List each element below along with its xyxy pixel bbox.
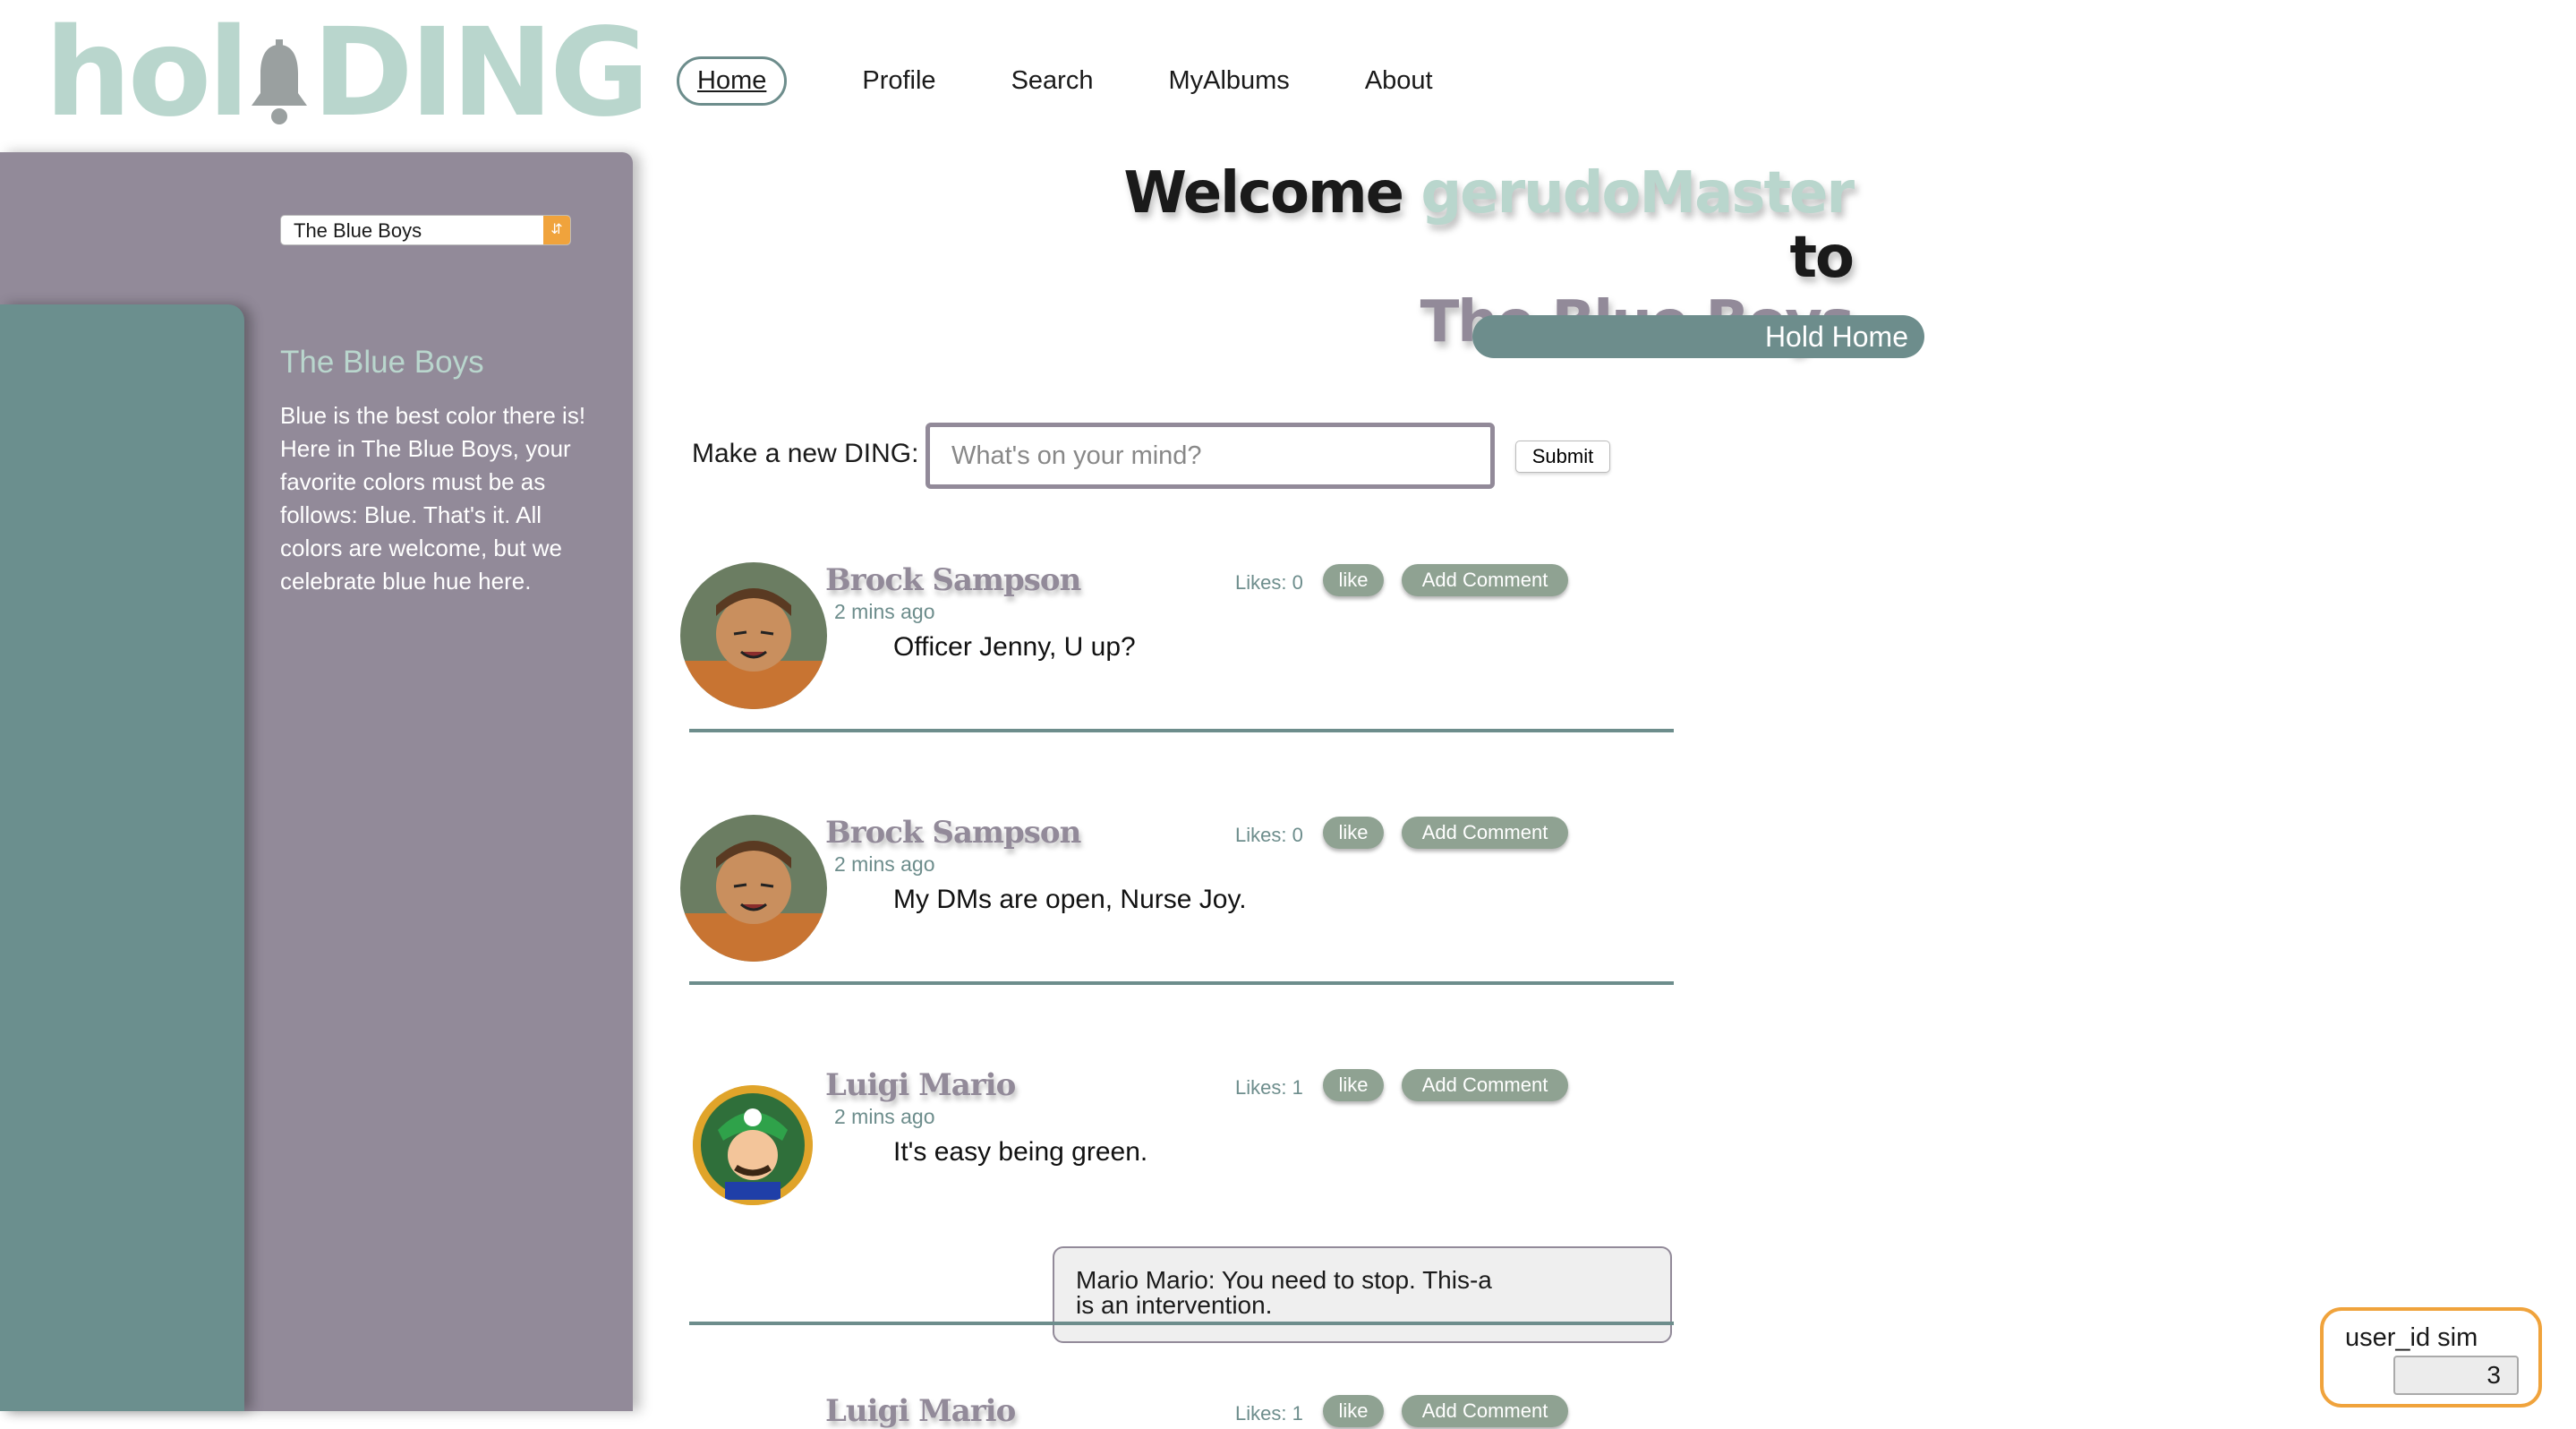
post-text: Officer Jenny, U up? — [893, 632, 1136, 662]
add-comment-button[interactable]: Add Comment — [1402, 817, 1568, 849]
main-nav: Home Profile Search MyAlbums About — [677, 56, 1508, 106]
add-comment-button[interactable]: Add Comment — [1402, 1395, 1568, 1427]
new-ding-label: Make a new DING: — [692, 439, 919, 468]
nav-search[interactable]: Search — [1011, 66, 1094, 96]
post-item: Luigi Mario Likes: 1 like Add Comment — [680, 1393, 1674, 1429]
bell-icon — [246, 30, 312, 152]
like-button[interactable]: like — [1323, 1395, 1384, 1427]
likes-count: Likes: 1 — [1235, 1402, 1303, 1425]
holding-logo[interactable]: hol DING — [45, 13, 650, 152]
post-author[interactable]: Luigi Mario — [825, 1067, 1016, 1103]
likes-count: Likes: 0 — [1235, 824, 1303, 846]
post-time: 2 mins ago — [834, 1105, 935, 1128]
post-divider — [689, 729, 1674, 732]
avatar[interactable] — [680, 562, 827, 709]
add-comment-button[interactable]: Add Comment — [1402, 564, 1568, 596]
group-select[interactable]: The Blue Boys ⇵ — [280, 215, 571, 245]
group-title: The Blue Boys — [280, 345, 484, 380]
post-item: Brock Sampson 2 mins ago Officer Jenny, … — [680, 562, 1674, 750]
post-divider — [689, 981, 1674, 985]
group-select-value: The Blue Boys — [294, 219, 422, 242]
post-time: 2 mins ago — [834, 600, 935, 623]
like-button[interactable]: like — [1323, 564, 1384, 596]
post-item: Brock Sampson 2 mins ago My DMs are open… — [680, 815, 1674, 1003]
hold-home-button[interactable]: Hold Home — [1472, 315, 1924, 358]
welcome-prefix: Welcome — [1123, 160, 1404, 227]
avatar[interactable] — [693, 1085, 813, 1205]
nav-profile[interactable]: Profile — [862, 66, 935, 96]
post-text: My DMs are open, Nurse Joy. — [893, 885, 1247, 914]
post-item: Luigi Mario 2 mins ago It's easy being g… — [680, 1067, 1674, 1363]
post-author[interactable]: Brock Sampson — [825, 815, 1081, 851]
user-id-sim-panel: user_id sim 3 — [2320, 1307, 2542, 1408]
comment-bubble: Mario Mario: You need to stop. This-a is… — [1053, 1246, 1672, 1343]
post-author[interactable]: Luigi Mario — [825, 1393, 1016, 1429]
likes-count: Likes: 0 — [1235, 571, 1303, 594]
welcome-username: gerudoMaster — [1420, 160, 1855, 227]
logo-text-left: hol — [45, 3, 250, 144]
group-description: Blue is the best color there is! Here in… — [280, 402, 586, 595]
comment-text: Mario Mario: You need to stop. This-a is… — [1076, 1266, 1492, 1319]
submit-button[interactable]: Submit — [1515, 441, 1610, 473]
nav-myalbums[interactable]: MyAlbums — [1168, 66, 1289, 96]
like-button[interactable]: like — [1323, 817, 1384, 849]
nav-about[interactable]: About — [1365, 66, 1433, 96]
sidebar-inner-panel — [0, 304, 244, 1411]
likes-count: Likes: 1 — [1235, 1076, 1303, 1099]
avatar[interactable] — [680, 815, 827, 962]
user-id-input[interactable]: 3 — [2393, 1356, 2519, 1395]
welcome-to: to — [1789, 225, 1855, 291]
logo-text-right: DING — [311, 3, 650, 144]
user-id-sim-label: user_id sim — [2345, 1323, 2478, 1352]
new-ding-input[interactable] — [925, 423, 1495, 489]
post-author[interactable]: Brock Sampson — [825, 562, 1081, 598]
like-button[interactable]: like — [1323, 1069, 1384, 1101]
select-arrows-icon: ⇵ — [543, 216, 570, 244]
post-divider — [689, 1322, 1674, 1325]
add-comment-button[interactable]: Add Comment — [1402, 1069, 1568, 1101]
post-time: 2 mins ago — [834, 852, 935, 876]
post-text: It's easy being green. — [893, 1137, 1148, 1167]
nav-home[interactable]: Home — [677, 56, 788, 106]
